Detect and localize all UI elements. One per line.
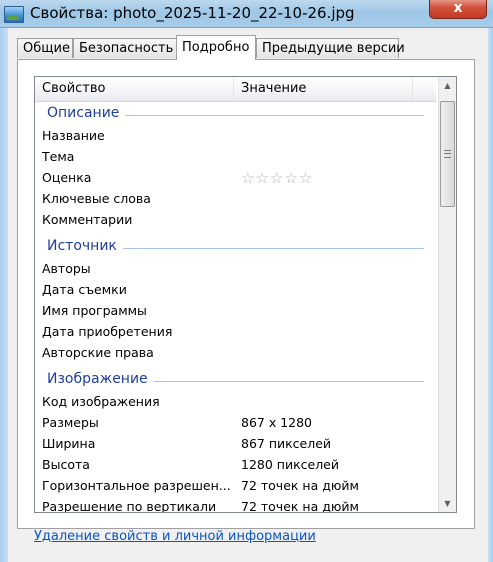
property-value[interactable]: 72 точек на дюйм [241, 499, 359, 512]
column-header-property[interactable]: Свойство [35, 77, 233, 101]
star-outline-icon[interactable]: ☆ [270, 169, 284, 187]
grip-icon [444, 150, 451, 158]
property-name: Дата приобретения [42, 324, 173, 339]
property-name: Высота [42, 457, 90, 472]
properties-list[interactable]: Свойство Значение Описание Название Тема… [34, 76, 457, 513]
scrollbar-thumb[interactable] [440, 101, 455, 207]
property-name: Горизонтальное разрешен... [42, 478, 231, 493]
property-name: Разрешение по вертикали [42, 499, 217, 513]
property-name: Код изображения [42, 394, 160, 409]
property-value[interactable]: 867 x 1280 [241, 415, 312, 430]
property-row[interactable]: Разрешение по вертикали 72 точек на дюйм [35, 497, 436, 513]
window-title: Свойства: photo_2025-11-20_22-10-26.jpg [30, 4, 355, 22]
property-value[interactable]: 1280 пикселей [241, 457, 339, 472]
arrow-up-icon[interactable]: ▲ [439, 77, 456, 94]
property-row[interactable]: Дата приобретения [35, 322, 436, 343]
tab-details[interactable]: Подробно [176, 35, 256, 60]
image-file-icon [4, 6, 24, 23]
star-outline-icon[interactable]: ☆ [284, 169, 298, 187]
property-row[interactable]: Комментарии [35, 210, 436, 231]
property-rows: Описание Название Тема Оценка ☆☆☆☆☆ Ключ… [35, 102, 436, 513]
column-header: Свойство Значение [35, 77, 436, 102]
window-border-right [488, 28, 493, 562]
property-row[interactable]: Размеры 867 x 1280 [35, 413, 436, 434]
tab-general[interactable]: Общие [17, 38, 73, 58]
property-row[interactable]: Имя программы [35, 301, 436, 322]
property-name: Комментарии [42, 212, 133, 227]
group-description: Описание [35, 102, 436, 126]
tab-security[interactable]: Безопасность [73, 38, 177, 58]
property-row[interactable]: Авторы [35, 259, 436, 280]
property-name: Тема [42, 149, 75, 164]
remove-properties-link[interactable]: Удаление свойств и личной информации [34, 529, 316, 544]
property-row[interactable]: Ключевые слова [35, 189, 436, 210]
group-label: Описание [47, 105, 126, 121]
property-row[interactable]: Высота 1280 пикселей [35, 455, 436, 476]
property-row[interactable]: Дата съемки [35, 280, 436, 301]
vertical-scrollbar[interactable]: ▲ ▼ [438, 77, 456, 512]
title-bar[interactable]: Свойства: photo_2025-11-20_22-10-26.jpg … [0, 0, 493, 28]
property-row[interactable]: Код изображения [35, 392, 436, 413]
star-outline-icon[interactable]: ☆ [255, 169, 269, 187]
property-value[interactable]: 867 пикселей [241, 436, 331, 451]
arrow-down-icon[interactable]: ▼ [439, 495, 456, 512]
column-header-value[interactable]: Значение [234, 77, 412, 101]
group-image: Изображение [35, 368, 436, 392]
column-divider[interactable] [412, 77, 413, 101]
group-label: Источник [47, 238, 123, 254]
close-button[interactable]: x [429, 0, 487, 19]
rating-stars[interactable]: ☆☆☆☆☆ [241, 169, 313, 187]
property-row[interactable]: Ширина 867 пикселей [35, 434, 436, 455]
property-name: Авторы [42, 261, 91, 276]
window-border-left [0, 28, 8, 562]
property-name: Ширина [42, 436, 96, 451]
property-row[interactable]: Оценка ☆☆☆☆☆ [35, 168, 436, 189]
property-value[interactable]: 72 точек на дюйм [241, 478, 359, 493]
property-name: Ключевые слова [42, 191, 151, 206]
star-outline-icon[interactable]: ☆ [299, 169, 313, 187]
group-label: Изображение [47, 371, 154, 387]
property-row[interactable]: Авторские права [35, 343, 436, 364]
property-name: Авторские права [42, 345, 154, 360]
property-name: Дата съемки [42, 282, 127, 297]
star-outline-icon[interactable]: ☆ [241, 169, 255, 187]
property-row[interactable]: Тема [35, 147, 436, 168]
property-name: Оценка [42, 170, 92, 185]
group-source: Источник [35, 235, 436, 259]
property-name: Имя программы [42, 303, 147, 318]
property-row[interactable]: Горизонтальное разрешен... 72 точек на дю… [35, 476, 436, 497]
property-name: Название [42, 128, 105, 143]
property-row[interactable]: Название [35, 126, 436, 147]
tab-previous-versions[interactable]: Предыдущие версии [256, 38, 405, 58]
property-name: Размеры [42, 415, 99, 430]
